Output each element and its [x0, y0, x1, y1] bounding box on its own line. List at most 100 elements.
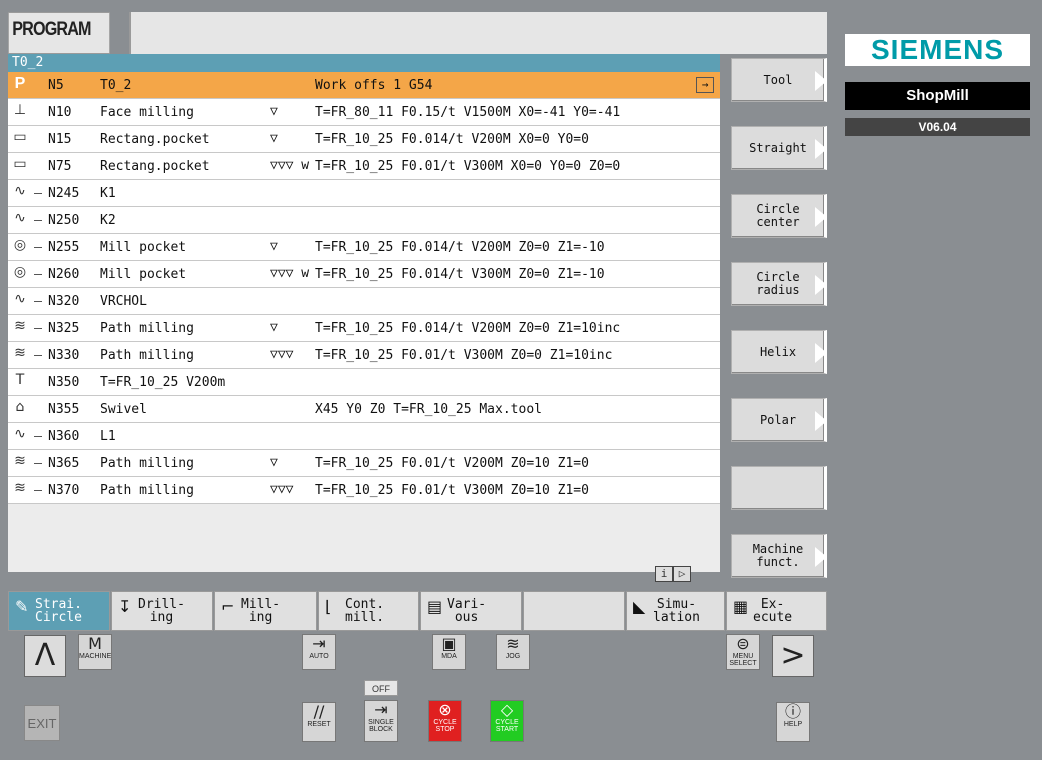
softkey-label: Drill- ing: [138, 597, 185, 625]
list-nav-indicator[interactable]: i ▷: [655, 566, 695, 584]
single-block-button[interactable]: ⇥ SINGLE BLOCK: [364, 700, 398, 742]
softkey-right-1[interactable]: Tool: [731, 58, 827, 102]
softkey-bottom-1[interactable]: ✎ Strai. Circle: [8, 591, 110, 631]
step-type-icon: ∿: [14, 291, 26, 307]
softkey-icon: ⌐: [221, 597, 235, 616]
softkey-right-5[interactable]: Helix: [731, 330, 827, 374]
machine-icon: M: [88, 634, 102, 653]
jog-button[interactable]: ≋ JOG: [496, 634, 530, 670]
exit-button[interactable]: EXIT: [24, 705, 60, 741]
help-button[interactable]: ⓘ HELP: [776, 702, 810, 742]
softkey-bottom-6[interactable]: [523, 591, 625, 631]
connector-line: [34, 193, 42, 194]
mda-button[interactable]: ▣ MDA: [432, 634, 466, 670]
auto-button[interactable]: ⇥ AUTO: [302, 634, 336, 670]
softkey-right-3[interactable]: Circle center: [731, 194, 827, 238]
step-type-icon: ⊥: [13, 102, 27, 118]
menu-forward-button[interactable]: >: [772, 635, 814, 677]
program-row[interactable]: ≋ N370 Path milling ▽▽▽ T=FR_10_25 F0.01/t V…: [8, 477, 720, 504]
softkey-right-7[interactable]: [731, 466, 827, 510]
step-name: Path milling: [100, 348, 194, 363]
step-name: Face milling: [100, 105, 194, 120]
softkey-right-8[interactable]: Machine funct.: [731, 534, 827, 578]
softkey-icon: ✎: [15, 597, 29, 616]
step-type-icon: ∿: [14, 210, 26, 226]
step-name: T0_2: [100, 78, 132, 93]
softkey-right-4[interactable]: Circle radius: [731, 262, 827, 306]
step-name: Swivel: [100, 402, 147, 417]
mda-icon: ▣: [441, 634, 457, 653]
program-row[interactable]: ≋ N330 Path milling ▽▽▽ T=FR_10_25 F0.01/t V…: [8, 342, 720, 369]
program-row[interactable]: P N5 T0_2 Work offs 1 G54 →: [8, 72, 720, 99]
block-number: N350: [48, 375, 80, 390]
softkey-icon: ◣: [633, 597, 646, 616]
step-type-icon: ∿: [14, 426, 26, 442]
step-parameters: T=FR_10_25 F0.01/t V300M Z0=10 Z1=0: [315, 483, 589, 498]
softkey-bottom-8[interactable]: ▦ Ex- ecute: [726, 591, 827, 631]
program-list[interactable]: P N5 T0_2 Work offs 1 G54 → ⊥ N10 Face milling ▽…: [8, 72, 720, 572]
softkey-label: Cont. mill.: [345, 597, 385, 625]
softkey-right-2[interactable]: Straight: [731, 126, 827, 170]
block-number: N360: [48, 429, 80, 444]
softkey-label: Polar: [759, 412, 797, 427]
program-row[interactable]: ∿ N245 K1: [8, 180, 720, 207]
program-row[interactable]: ∿ N250 K2: [8, 207, 720, 234]
step-name: K2: [100, 213, 116, 228]
start-icon: ◇: [500, 700, 514, 719]
softkey-bottom-5[interactable]: ▤ Vari- ous: [420, 591, 522, 631]
jog-icon: ≋: [506, 634, 520, 653]
program-row[interactable]: ◎ N255 Mill pocket ▽ T=FR_10_25 F0.014/t V20…: [8, 234, 720, 261]
step-type-icon: ≋: [14, 480, 26, 496]
program-path: T0_2: [8, 54, 720, 72]
step-name: Mill pocket: [100, 240, 187, 255]
program-row[interactable]: ∿ N360 L1: [8, 423, 720, 450]
softkey-bottom-7[interactable]: ◣ Simu- lation: [626, 591, 725, 631]
program-row[interactable]: ▭ N15 Rectang.pocket ▽ T=FR_10_25 F0.014/t V…: [8, 126, 720, 153]
program-row[interactable]: ◎ N260 Mill pocket ▽▽▽ w T=FR_10_25 F0.014/t…: [8, 261, 720, 288]
step-parameters: T=FR_80_11 F0.15/t V1500M X0=-41 Y0=-41: [315, 105, 621, 120]
program-row[interactable]: ≋ N365 Path milling ▽ T=FR_10_25 F0.01/t V20…: [8, 450, 720, 477]
submenu-arrow-icon: [815, 71, 827, 91]
program-row[interactable]: ▭ N75 Rectang.pocket ▽▽▽ w T=FR_10_25 F0.01/…: [8, 153, 720, 180]
connector-line: [34, 247, 42, 248]
machine-button[interactable]: M MACHINE: [78, 634, 112, 670]
cycle-start-button[interactable]: ◇ CYCLE START: [490, 700, 524, 742]
submenu-arrow-icon: [815, 139, 827, 159]
step-type-icon: ▭: [13, 156, 27, 172]
step-type-icon: T: [15, 372, 25, 388]
step-type-icon: ▭: [13, 129, 27, 145]
connector-line: [34, 220, 42, 221]
softkey-right-6[interactable]: Polar: [731, 398, 827, 442]
step-type-icon: ≋: [14, 453, 26, 469]
expand-arrow-icon[interactable]: →: [696, 77, 714, 93]
step-name: K1: [100, 186, 116, 201]
submenu-arrow-icon: [815, 411, 827, 431]
step-parameters: T=FR_10_25 F0.014/t V300M Z0=0 Z1=-10: [315, 267, 605, 282]
stop-icon: ⊗: [438, 700, 452, 719]
info-icon[interactable]: i: [655, 566, 673, 582]
block-number: N260: [48, 267, 80, 282]
cycle-stop-button[interactable]: ⊗ CYCLE STOP: [428, 700, 462, 742]
softkey-bottom-3[interactable]: ⌐ Mill- ing: [214, 591, 317, 631]
program-row[interactable]: ≋ N325 Path milling ▽ T=FR_10_25 F0.014/t V2…: [8, 315, 720, 342]
next-icon[interactable]: ▷: [673, 566, 691, 582]
step-type-icon: ≋: [14, 318, 26, 334]
softkey-bottom-4[interactable]: ⌊ Cont. mill.: [318, 591, 419, 631]
reset-button[interactable]: //RESET: [302, 702, 336, 742]
recall-button[interactable]: Λ: [24, 635, 66, 677]
softkey-bottom-2[interactable]: ↧ Drill- ing: [111, 591, 213, 631]
reset-icon: //: [313, 702, 325, 721]
step-name: T=FR_10_25 V200m: [100, 375, 226, 390]
program-row[interactable]: T N350 T=FR_10_25 V200m: [8, 369, 720, 396]
block-number: N325: [48, 321, 80, 336]
step-type-icon: ∿: [14, 183, 26, 199]
softkey-label: Simu- lation: [653, 597, 700, 625]
program-row[interactable]: ∿ N320 VRCHOL: [8, 288, 720, 315]
program-row[interactable]: ⌂ N355 Swivel X45 Y0 Z0 T=FR_10_25 Max.tool: [8, 396, 720, 423]
block-number: N5: [48, 78, 64, 93]
block-number: N10: [48, 105, 72, 120]
menu-select-button[interactable]: ⊜ MENU SELECT: [726, 634, 760, 670]
program-row[interactable]: ⊥ N10 Face milling ▽ T=FR_80_11 F0.15/t V150…: [8, 99, 720, 126]
step-parameters: T=FR_10_25 F0.01/t V300M X0=0 Y0=0 Z0=0: [315, 159, 621, 174]
step-name: VRCHOL: [100, 294, 147, 309]
